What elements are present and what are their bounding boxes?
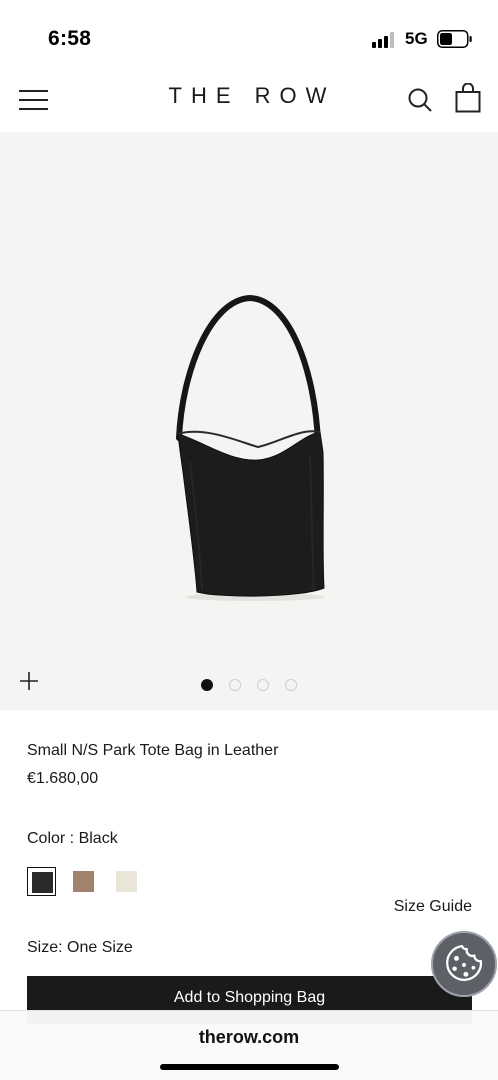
cookie-icon [446, 945, 483, 981]
plus-icon[interactable] [18, 670, 40, 692]
product-name: Small N/S Park Tote Bag in Leather [27, 742, 279, 759]
cookie-settings-button[interactable] [431, 931, 497, 997]
swatch-taupe-fill [73, 871, 94, 892]
network-type: 5G [405, 29, 428, 48]
product-gallery[interactable] [0, 132, 498, 710]
home-indicator [160, 1064, 339, 1070]
swatch-taupe[interactable] [69, 867, 98, 896]
size-label: Size: One Size [27, 939, 133, 956]
swatch-black[interactable] [27, 867, 56, 896]
status-bar: 6:58 5G [0, 0, 498, 70]
swatch-ivory[interactable] [112, 867, 141, 896]
site-header: THE ROW [0, 70, 498, 132]
shopping-bag-icon[interactable] [455, 83, 481, 113]
product-image [176, 294, 325, 601]
search-icon[interactable] [406, 86, 434, 114]
signal-strength-icon [372, 32, 398, 48]
gallery-dot-1[interactable] [201, 679, 213, 691]
status-time: 6:58 [48, 27, 92, 50]
address-url[interactable]: therow.com [0, 1027, 498, 1048]
swatch-black-fill [32, 872, 53, 893]
swatch-ivory-fill [116, 871, 137, 892]
gallery-dot-4[interactable] [285, 679, 297, 691]
gallery-dot-2[interactable] [229, 679, 241, 691]
gallery-dot-3[interactable] [257, 679, 269, 691]
product-price: €1.680,00 [27, 770, 99, 787]
color-label: Color : Black [27, 830, 118, 847]
battery-icon [437, 30, 472, 48]
size-guide-link[interactable]: Size Guide [394, 898, 472, 916]
